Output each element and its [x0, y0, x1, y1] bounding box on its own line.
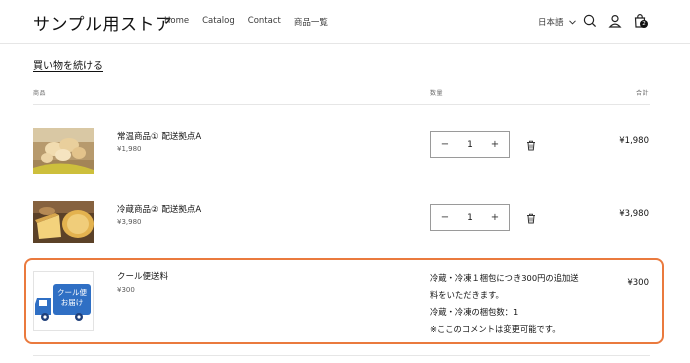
minus-icon[interactable]: −: [440, 139, 450, 150]
footer-divider: [33, 355, 650, 356]
product-image-cheese[interactable]: [33, 201, 94, 243]
trash-icon[interactable]: [526, 140, 536, 151]
item-line-total: ¥300: [627, 278, 649, 288]
item-name[interactable]: 冷蔵商品② 配送拠点A: [117, 203, 201, 215]
language-label: 日本語: [538, 18, 564, 28]
quantity-value[interactable]: 1: [467, 213, 473, 223]
truck-label-line2: お届け: [61, 298, 84, 307]
product-image-bread[interactable]: [33, 128, 94, 174]
header-divider: [33, 104, 650, 105]
column-header-product: 商品: [33, 90, 47, 97]
site-header: サンプル用ストア Home Catalog Contact 商品一覧 日本語 2: [0, 0, 690, 44]
comment-line: 冷蔵・冷凍の梱包数：1: [430, 307, 519, 317]
quantity-stepper: − 1 +: [430, 131, 510, 158]
item-unit-price: ¥300: [117, 286, 135, 294]
nav-home[interactable]: Home: [164, 16, 189, 28]
comment-line: 料をいただきます。: [430, 290, 504, 300]
nav-contact[interactable]: Contact: [248, 16, 281, 28]
nav-catalog[interactable]: Catalog: [202, 16, 235, 28]
comment-line: ※ここのコメントは変更可能です。: [430, 324, 561, 334]
comment-line: 冷蔵・冷凍１梱包につき300円の追加送: [430, 273, 579, 283]
chevron-down-icon: [568, 19, 576, 25]
minus-icon[interactable]: −: [440, 212, 450, 223]
search-icon[interactable]: [582, 13, 598, 29]
store-logo[interactable]: サンプル用ストア: [33, 10, 173, 35]
cool-delivery-image[interactable]: クール便 お届け: [33, 271, 94, 331]
plus-icon[interactable]: +: [490, 212, 500, 223]
trash-icon[interactable]: [526, 213, 536, 224]
cart-count-badge: 2: [640, 20, 648, 28]
item-line-total: ¥3,980: [619, 209, 649, 219]
quantity-value[interactable]: 1: [467, 140, 473, 150]
shipping-comment: 冷蔵・冷凍１梱包につき300円の追加送 料をいただきます。 冷蔵・冷凍の梱包数：…: [430, 270, 579, 338]
main-nav: Home Catalog Contact 商品一覧: [164, 16, 328, 28]
item-unit-price: ¥1,980: [117, 145, 142, 153]
plus-icon[interactable]: +: [490, 139, 500, 150]
account-icon[interactable]: [607, 13, 623, 29]
column-header-total: 合計: [635, 90, 649, 97]
continue-shopping-link[interactable]: 買い物を続ける: [33, 57, 103, 72]
truck-label-line1: クール便: [57, 287, 87, 297]
nav-products[interactable]: 商品一覧: [294, 16, 328, 28]
item-unit-price: ¥3,980: [117, 218, 142, 226]
language-selector[interactable]: 日本語: [538, 16, 576, 28]
quantity-stepper: − 1 +: [430, 204, 510, 231]
item-line-total: ¥1,980: [619, 136, 649, 146]
item-name[interactable]: クール便送料: [117, 270, 168, 282]
item-name[interactable]: 常温商品① 配送拠点A: [117, 130, 201, 142]
column-header-quantity: 数量: [430, 90, 444, 97]
